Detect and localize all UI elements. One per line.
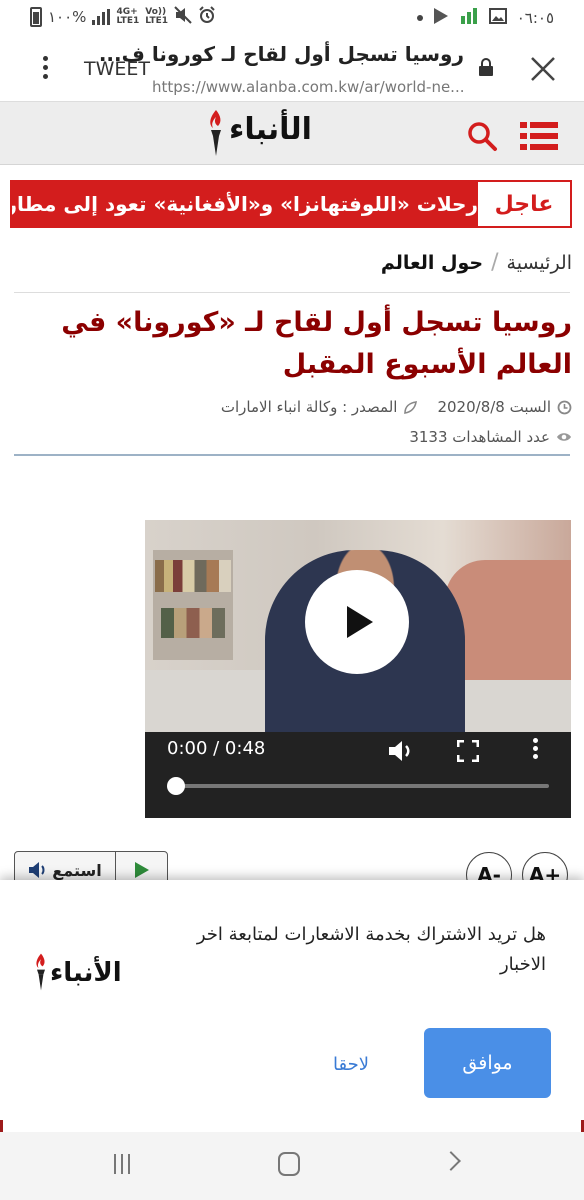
meta-divider [14,454,570,456]
play-store-icon [433,7,449,29]
gallery-icon [488,8,507,28]
notification-prompt: هل تريد الاشتراك بخدمة الاشعارات لمتابعة… [0,880,584,1130]
alarm-icon [198,6,216,28]
menu-icon[interactable] [520,122,558,154]
browser-menu-icon[interactable] [40,56,50,82]
close-icon[interactable] [530,56,556,87]
breaking-tag: عاجل [478,182,570,226]
breadcrumb: الرئيسية / حول العالم [381,250,572,275]
battery-icon [30,7,42,27]
breaking-ticker[interactable]: رحلات «اللوفتهانزا» و«الأفغانية» تعود إل… [12,182,478,226]
home-icon[interactable] [278,1152,300,1176]
clock-icon [557,400,572,414]
article-meta: السبت 2020/8/8 المصدر : وكالة انباء الام… [221,398,572,416]
notification-logo-text: الأنباء [50,958,122,988]
status-right: ٠٦:٠٥ [416,6,554,30]
clock: ٠٦:٠٥ [516,9,554,27]
video-books-bottom [161,608,225,638]
breadcrumb-current[interactable]: حول العالم [381,252,483,274]
url-text[interactable]: https://www.alanba.com.kw/ar/world-ne... [152,78,464,96]
video-player[interactable]: 0:00 / 0:48 [145,520,571,818]
article-date: السبت 2020/8/8 [437,398,551,416]
video-controls: 0:00 / 0:48 [145,732,571,818]
divider [14,292,570,293]
breadcrumb-home[interactable]: الرئيسية [507,252,572,274]
article-views: عدد المشاهدات 3133 [409,428,550,446]
battery-level: ١٠٠% [48,8,87,26]
status-bar: ١٠٠% 4G+ LTE1 Vo)) LTE1 ٠٦:٠٥ [0,0,584,34]
dot-icon [416,15,423,21]
network-type: 4G+ LTE1 [116,7,140,26]
lock-icon [478,58,494,76]
video-more-icon[interactable] [533,738,541,762]
video-books-top [155,560,231,592]
article-source-wrap: المصدر : وكالة انباء الامارات [221,398,420,416]
site-logo[interactable]: الأنباء [205,108,365,160]
volte-indicator: Vo)) LTE1 [145,7,169,26]
accept-button[interactable]: موافق [424,1028,551,1098]
search-icon[interactable] [466,120,498,156]
fullscreen-icon[interactable] [456,739,480,766]
system-navigation-bar [0,1132,584,1200]
article-title: روسيا تسجل أول لقاح لـ «كورونا» في العال… [61,307,572,380]
video-time: 0:00 / 0:48 [167,738,266,759]
recent-apps-icon[interactable] [114,1154,130,1174]
speaker-icon [29,862,45,878]
later-button[interactable]: لاحقا [316,1046,386,1082]
back-icon[interactable] [441,1151,461,1171]
source-icon [404,400,418,414]
app-notification-icon [459,6,479,30]
article-source: المصدر : وكالة انباء الامارات [220,398,398,416]
status-left: ١٠٠% 4G+ LTE1 Vo)) LTE1 [30,6,216,28]
notification-message: هل تريد الاشتراك بخدمة الاشعارات لمتابعة… [196,924,546,975]
page-title: روسيا تسجل أول لقاح لـ كورونا ف... [98,42,464,66]
listen-label: استمع [52,860,102,880]
browser-toolbar: روسيا تسجل أول لقاح لـ كورونا ف... TWEET… [0,34,584,102]
logo-text: الأنباء [229,112,313,147]
breadcrumb-separator: / [491,250,499,275]
torch-icon [36,953,45,991]
torch-icon [210,110,221,156]
breaking-news-bar[interactable]: عاجل رحلات «اللوفتهانزا» و«الأفغانية» تع… [10,180,572,228]
volume-icon[interactable] [387,738,415,768]
eye-icon [557,433,571,441]
article-views-wrap: عدد المشاهدات 3133 [409,428,572,446]
mute-icon [174,6,192,28]
site-header: الأنباء [0,102,584,165]
tweet-label: TWEET [84,58,151,80]
page-bottom-edge [0,1120,584,1132]
signal-icon [92,9,111,25]
video-progress-knob[interactable] [167,777,185,795]
play-button[interactable] [305,570,409,674]
video-progress-track[interactable] [175,784,549,788]
article-date-wrap: السبت 2020/8/8 [437,398,572,416]
